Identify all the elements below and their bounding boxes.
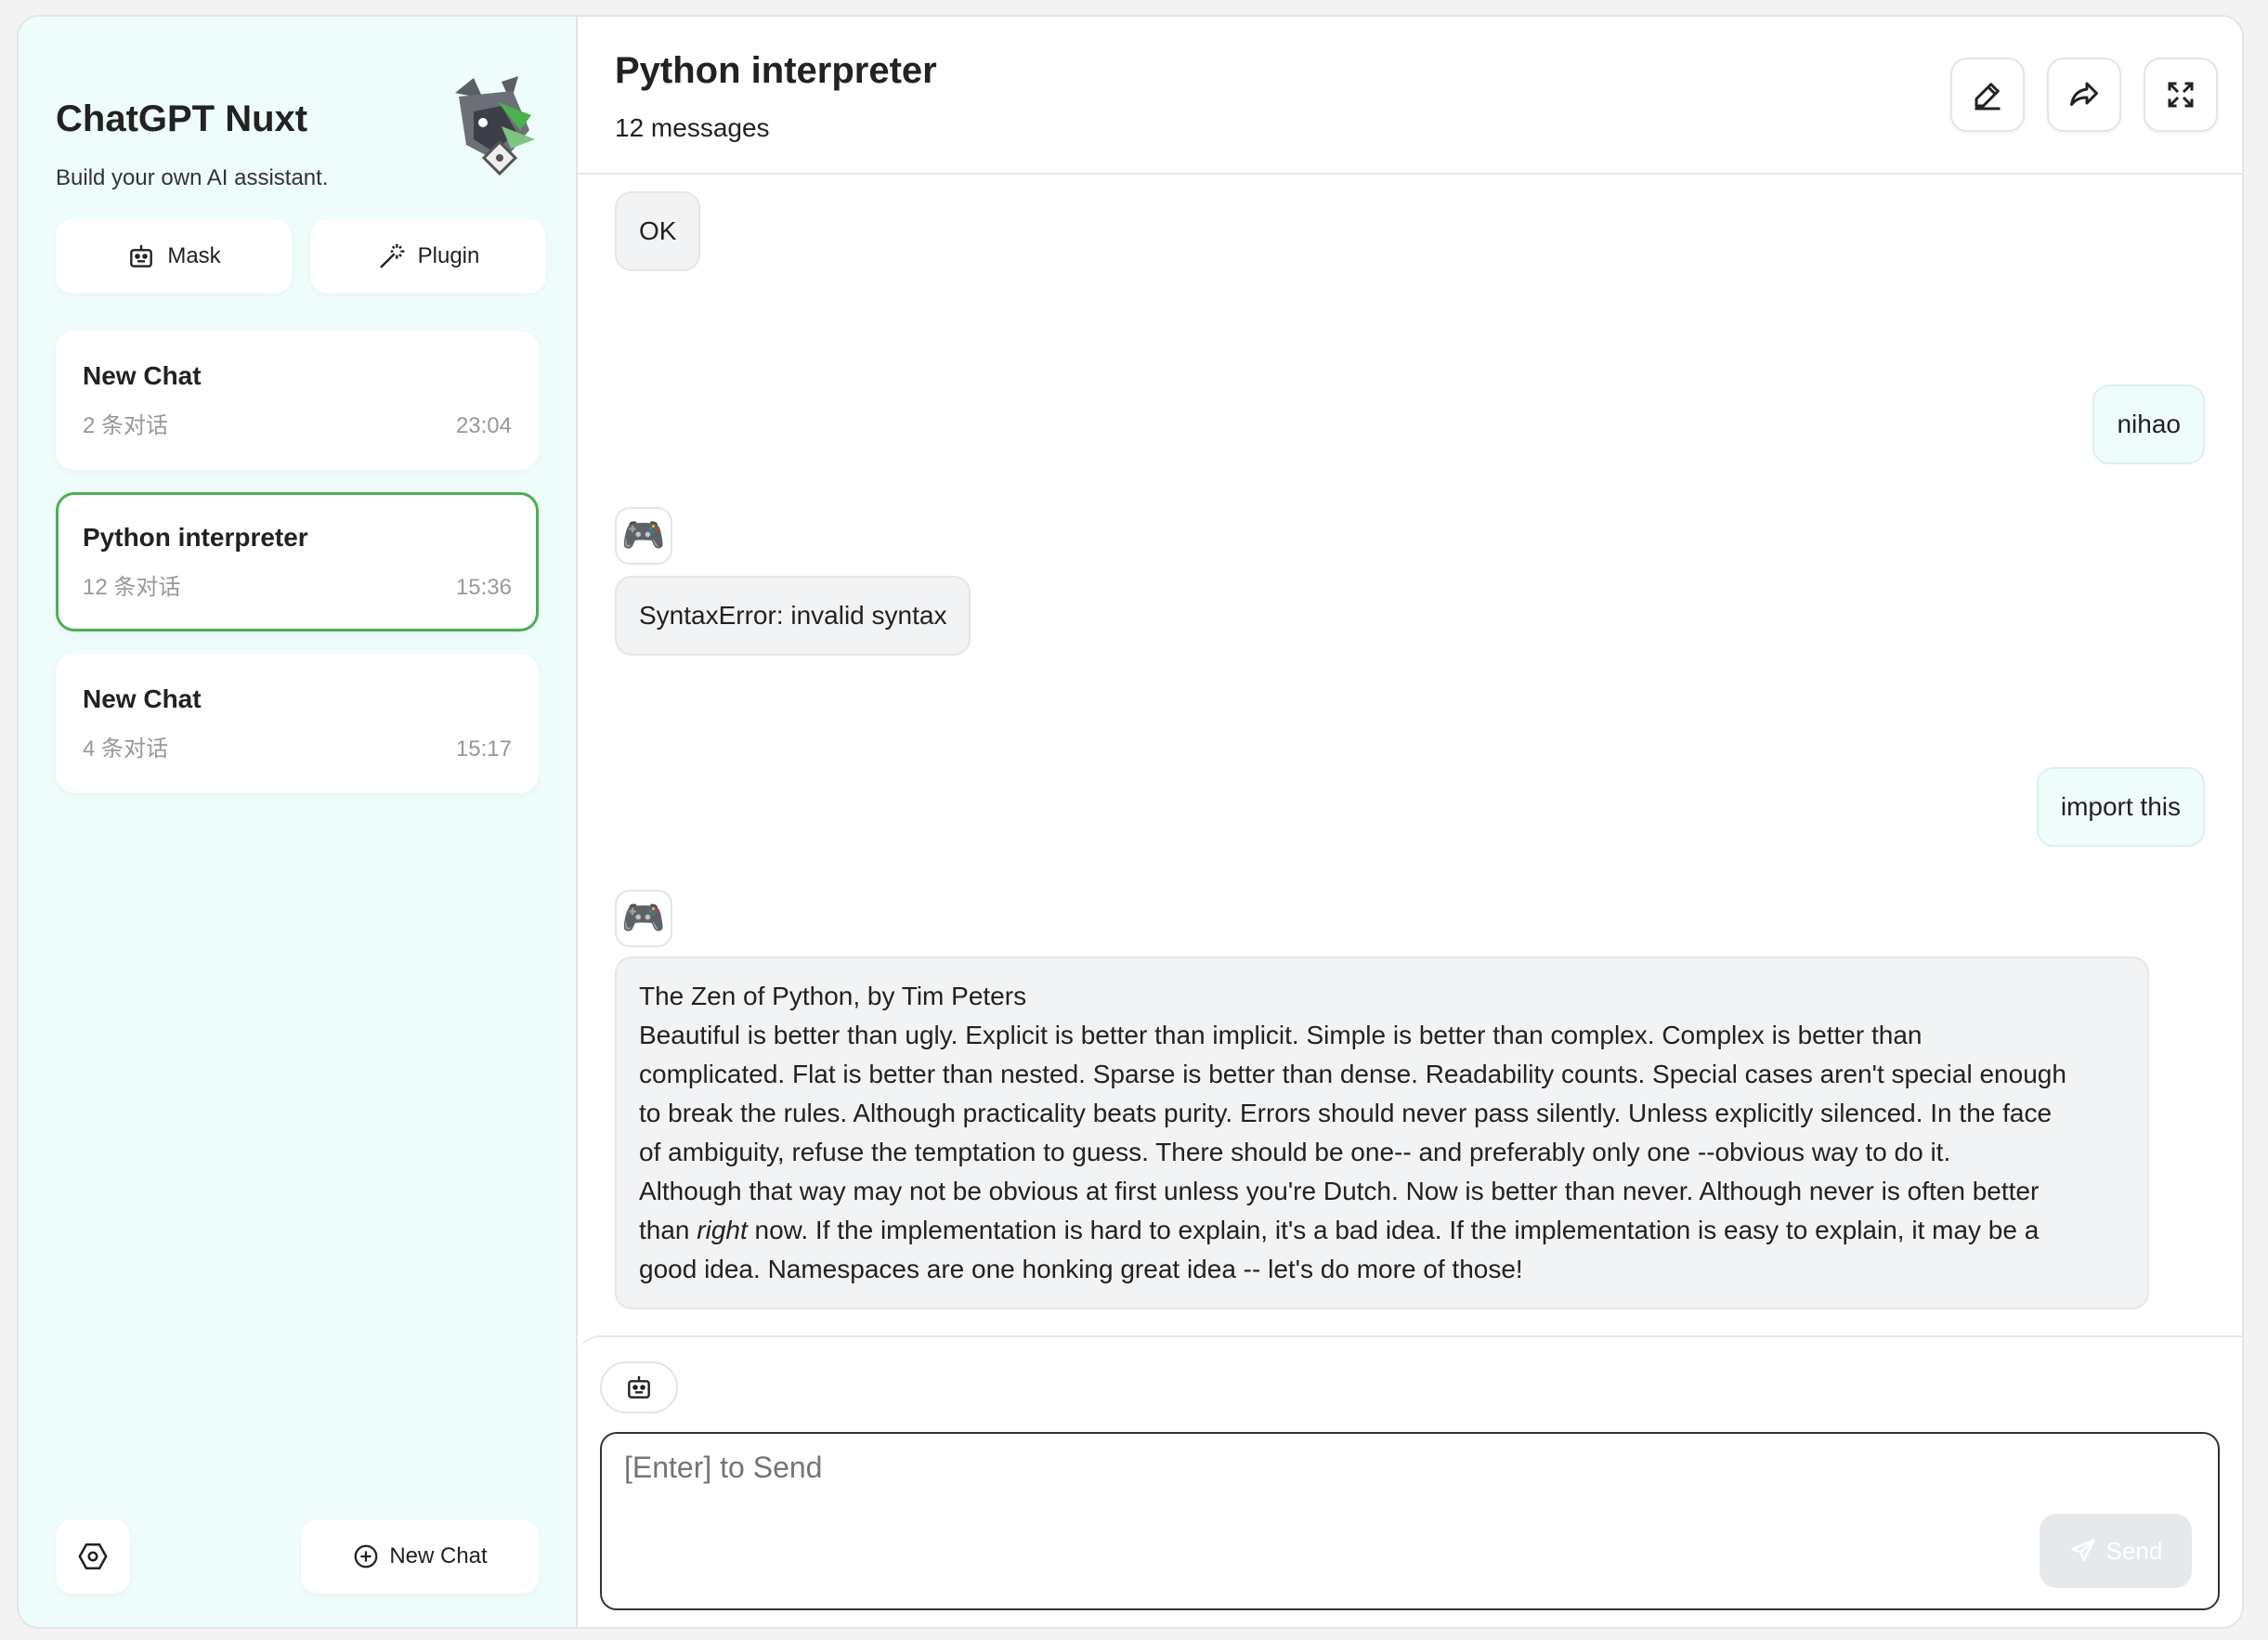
fullscreen-button[interactable] — [2144, 58, 2218, 132]
send-icon — [2071, 1539, 2095, 1562]
message-line: Although that way may not be obvious at … — [639, 1177, 2040, 1205]
rename-button[interactable] — [1950, 58, 2025, 132]
message-list: OK 🙂 nihao 🎮 SyntaxError: invalid syntax… — [578, 176, 2242, 1337]
message-line: to break the rules. Although practicalit… — [639, 1099, 2053, 1127]
robot-icon — [628, 1376, 650, 1399]
message-count: 12 messages — [615, 113, 770, 142]
message-text: SyntaxError: invalid syntax — [639, 601, 947, 630]
mask-button[interactable]: Mask — [56, 219, 292, 293]
message-text: OK — [639, 216, 677, 245]
bot-avatar-icon: 🎮 — [615, 890, 672, 947]
message-text: nihao — [2117, 410, 2181, 438]
settings-hexagon-icon — [78, 1542, 108, 1570]
bot-message: SyntaxError: invalid syntax — [615, 576, 971, 656]
chat-header: Python interpreter 12 messages — [578, 17, 2242, 175]
pencil-icon — [1975, 83, 2001, 111]
settings-button[interactable] — [56, 1519, 130, 1594]
send-label: Send — [2105, 1536, 2163, 1565]
chat-title: New Chat — [83, 361, 202, 390]
chat-list-item-active[interactable]: Python interpreter 12 条对话 15:36 — [56, 492, 539, 631]
input-panel: Send — [578, 1335, 2242, 1627]
message-line: complicated. Flat is better than nested.… — [639, 1060, 2066, 1088]
new-chat-label: New Chat — [389, 1543, 488, 1568]
chat-main: Python interpreter 12 messages OK nihao … — [578, 17, 2242, 1627]
send-button[interactable]: Send — [2040, 1514, 2192, 1588]
app-window: ChatGPT Nuxt Build your own AI assistant… — [17, 15, 2244, 1629]
share-button[interactable] — [2047, 58, 2121, 132]
magic-wand-icon — [379, 243, 404, 268]
chat-count: 2 条对话 — [83, 413, 169, 438]
message-line: of ambiguity, refuse the temptation to g… — [639, 1138, 1951, 1166]
chat-time: 23:04 — [455, 413, 512, 438]
chat-title: New Chat — [83, 684, 202, 713]
chat-title: Python interpreter — [83, 523, 308, 552]
chat-count: 4 条对话 — [83, 736, 169, 761]
plugin-button[interactable]: Plugin — [310, 219, 546, 293]
plus-circle-icon — [354, 1544, 378, 1568]
bot-avatar-icon: 🎮 — [615, 507, 672, 565]
chat-list-item[interactable]: New Chat 4 条对话 15:17 — [56, 654, 539, 793]
message-line: The Zen of Python, by Tim Peters — [639, 982, 1027, 1010]
bot-message: OK — [615, 191, 701, 271]
mask-chip-button[interactable] — [600, 1361, 678, 1413]
line-text: now. If the implementation is hard to ex… — [747, 1216, 2040, 1244]
share-arrow-icon — [2070, 82, 2098, 106]
brand-logo-icon — [446, 74, 539, 178]
message-input[interactable] — [600, 1432, 2220, 1610]
sidebar: ChatGPT Nuxt Build your own AI assistant… — [19, 17, 578, 1627]
chat-title-heading: Python interpreter — [615, 50, 937, 91]
chat-time: 15:36 — [455, 575, 512, 600]
message-line: good idea. Namespaces are one honking gr… — [639, 1255, 1523, 1283]
user-message: import this — [2036, 767, 2205, 847]
bot-message: The Zen of Python, by Tim Peters Beautif… — [615, 957, 2149, 1309]
chat-time: 15:17 — [455, 736, 512, 761]
user-message: nihao — [2092, 384, 2205, 464]
emphasis-text: right — [697, 1216, 748, 1244]
message-line: than right now. If the implementation is… — [639, 1211, 2125, 1250]
robot-icon — [130, 245, 153, 267]
expand-icon — [2168, 82, 2194, 108]
line-text: than — [639, 1216, 697, 1244]
chat-list-item[interactable]: New Chat 2 条对话 23:04 — [56, 331, 539, 470]
message-text: import this — [2060, 792, 2181, 821]
brand-title: ChatGPT Nuxt — [56, 98, 308, 139]
mask-label: Mask — [167, 243, 221, 268]
brand-subtitle: Build your own AI assistant. — [56, 165, 329, 190]
message-line: Beautiful is better than ugly. Explicit … — [639, 1021, 1923, 1049]
plugin-label: Plugin — [417, 243, 480, 268]
new-chat-button[interactable]: New Chat — [301, 1519, 539, 1594]
chat-count: 12 条对话 — [83, 575, 181, 600]
